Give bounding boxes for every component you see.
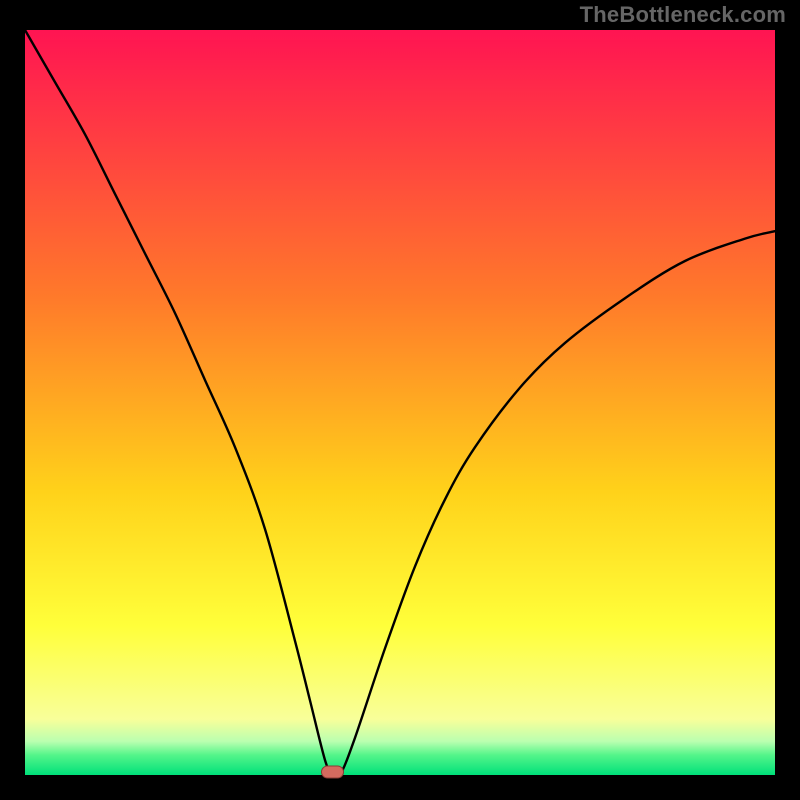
chart-svg xyxy=(0,0,800,800)
chart-frame: { "watermark": "TheBottleneck.com", "col… xyxy=(0,0,800,800)
plot-background xyxy=(25,30,775,775)
optimum-marker xyxy=(322,766,344,778)
watermark-text: TheBottleneck.com xyxy=(580,2,786,28)
